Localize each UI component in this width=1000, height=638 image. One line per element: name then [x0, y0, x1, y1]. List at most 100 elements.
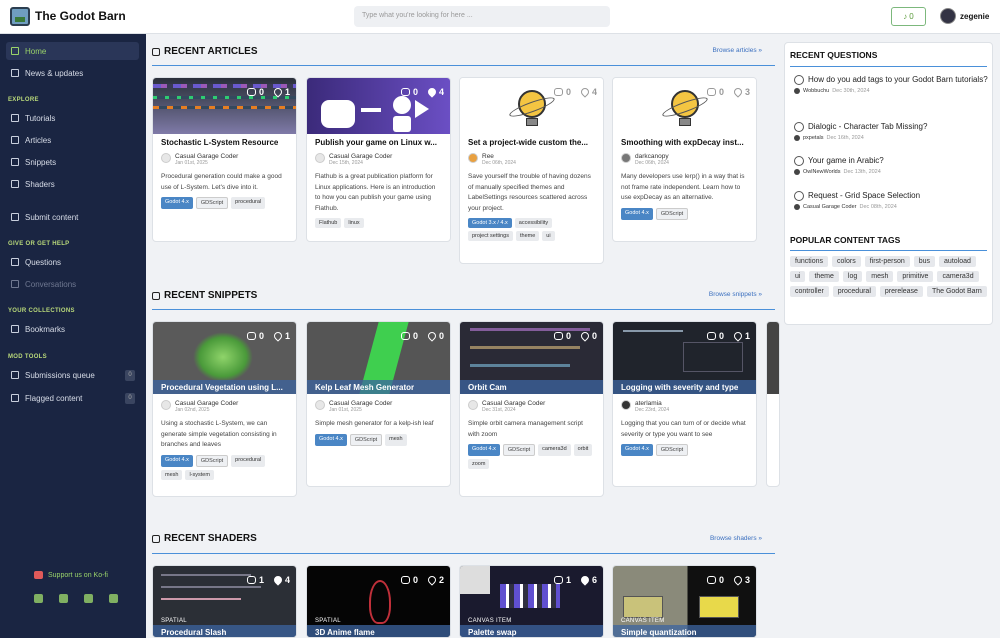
tag[interactable]: mesh: [866, 271, 894, 282]
card-title[interactable]: Procedural Slash: [153, 625, 296, 637]
card-author[interactable]: aterlamia Dec 23rd, 2024: [613, 394, 756, 413]
user-avatar[interactable]: [940, 8, 956, 24]
shader-card[interactable]: 14 SPATIAL Procedural Slash: [152, 565, 297, 638]
tag[interactable]: procedural: [231, 454, 266, 467]
discord-icon[interactable]: [59, 594, 68, 603]
tag[interactable]: Godot 4.x: [161, 454, 193, 467]
question-title[interactable]: Your game in Arabic?: [794, 155, 989, 167]
question-title[interactable]: Dialogic - Character Tab Missing?: [794, 121, 989, 133]
tag[interactable]: bus: [913, 256, 936, 267]
sidebar-item-home[interactable]: Home: [6, 42, 139, 60]
tag[interactable]: linux: [344, 218, 364, 228]
tag[interactable]: colors: [832, 256, 861, 267]
card-title[interactable]: 3D Anime flame: [307, 625, 450, 637]
sidebar-item-bookmarks[interactable]: Bookmarks: [6, 320, 139, 338]
card-title[interactable]: Logging with severity and type: [613, 380, 756, 394]
tag[interactable]: GDScript: [655, 207, 689, 220]
card-title[interactable]: Set a project-wide custom the...: [460, 134, 603, 147]
tag[interactable]: theme: [516, 231, 540, 241]
card-title[interactable]: Stochastic L-System Resource: [153, 134, 296, 147]
tag[interactable]: GDScript: [349, 433, 383, 446]
author-name[interactable]: pxpetals: [803, 135, 824, 141]
x-icon[interactable]: [109, 594, 118, 603]
tag[interactable]: procedural: [832, 286, 876, 297]
shader-card[interactable]: 16 CANVAS ITEM Palette swap: [459, 565, 604, 638]
shader-card[interactable]: 03 CANVAS ITEM Simple quantization: [612, 565, 757, 638]
tag[interactable]: GDScript: [195, 454, 229, 467]
tag[interactable]: zoom: [468, 459, 490, 469]
tag[interactable]: ui: [542, 231, 555, 241]
article-card[interactable]: 04 Publish your game on Linux w... Casua…: [306, 77, 451, 242]
article-card[interactable]: 03 Smoothing with expDecay inst... darkc…: [612, 77, 757, 242]
sidebar-item-questions[interactable]: Questions: [6, 253, 139, 271]
tag[interactable]: Flathub: [315, 218, 342, 228]
tag[interactable]: prerelease: [879, 286, 923, 297]
author-name[interactable]: OwlNewWorlds: [803, 169, 841, 175]
card-author[interactable]: darkcanopy Dec 06th, 2024: [613, 147, 756, 166]
sidebar-item-snippets[interactable]: Snippets: [6, 153, 139, 171]
card-title[interactable]: Simple quantization: [613, 625, 756, 637]
username[interactable]: zegenie: [960, 12, 989, 21]
tag[interactable]: Godot 4.x: [161, 197, 193, 209]
tag[interactable]: l-system: [185, 469, 214, 480]
browse-shaders-link[interactable]: Browse shaders »: [710, 535, 762, 542]
card-title[interactable]: Palette swap: [460, 625, 603, 637]
sidebar-item-flagged[interactable]: Flagged content 0: [6, 389, 139, 407]
card-title[interactable]: Procedural Vegetation using L...: [153, 380, 296, 394]
tag[interactable]: camera3d: [937, 271, 979, 282]
tag[interactable]: Godot 4.x: [468, 444, 500, 456]
tag[interactable]: controller: [790, 286, 829, 297]
card-author[interactable]: Ree Dec 06th, 2024: [460, 147, 603, 166]
tag[interactable]: Godot 4.x: [621, 444, 653, 456]
sidebar-item-tutorials[interactable]: Tutorials: [6, 109, 139, 127]
tag[interactable]: theme: [809, 271, 839, 282]
tag[interactable]: procedural: [231, 197, 266, 209]
question-item[interactable]: How do you add tags to your Godot Barn t…: [794, 74, 989, 94]
tag[interactable]: orbit: [573, 444, 593, 456]
card-author[interactable]: Casual Garage Coder Dec 15th, 2024: [307, 147, 450, 166]
snippet-card-partial[interactable]: [766, 321, 780, 487]
question-title[interactable]: Request - Grid Space Selection: [794, 190, 989, 202]
card-title[interactable]: Smoothing with expDecay inst...: [613, 134, 756, 147]
author-name[interactable]: Wobbuchu: [803, 88, 829, 94]
sidebar-item-submit[interactable]: Submit content: [6, 208, 139, 226]
article-card[interactable]: 04 Set a project-wide custom the... Ree D…: [459, 77, 604, 264]
sidebar-item-articles[interactable]: Articles: [6, 131, 139, 149]
tag[interactable]: camera3d: [538, 444, 571, 456]
tag[interactable]: project settings: [468, 231, 513, 241]
card-title[interactable]: Publish your game on Linux w...: [307, 134, 450, 147]
tag[interactable]: Godot 4.x: [621, 207, 653, 220]
brand-title[interactable]: The Godot Barn: [35, 9, 126, 23]
tag[interactable]: functions: [790, 256, 829, 267]
card-author[interactable]: Casual Garage Coder Jan 01st, 2025: [153, 147, 296, 166]
sidebar-item-news[interactable]: News & updates: [6, 64, 139, 82]
card-author[interactable]: Casual Garage Coder Dec 31st, 2024: [460, 394, 603, 413]
tag[interactable]: mesh: [161, 469, 183, 480]
tag[interactable]: The Godot Barn: [926, 286, 987, 297]
card-author[interactable]: Casual Garage Coder Jan 01st, 2025: [307, 394, 450, 413]
question-title[interactable]: How do you add tags to your Godot Barn t…: [794, 74, 989, 86]
sidebar-item-shaders[interactable]: Shaders: [6, 175, 139, 193]
card-title[interactable]: Orbit Cam: [460, 380, 603, 394]
tag[interactable]: GDScript: [655, 444, 689, 456]
sidebar-item-conversations[interactable]: Conversations: [6, 275, 139, 293]
kofi-link[interactable]: Support us on Ko-fi: [34, 571, 108, 579]
author-name[interactable]: Casual Garage Coder: [803, 204, 857, 210]
snippet-card[interactable]: 01 Procedural Vegetation using L... Casu…: [152, 321, 297, 497]
snippet-card[interactable]: 00 Kelp Leaf Mesh Generator Casual Garag…: [306, 321, 451, 487]
question-item[interactable]: Dialogic - Character Tab Missing? pxpetal…: [794, 121, 989, 141]
tag[interactable]: ui: [790, 271, 806, 282]
browse-articles-link[interactable]: Browse articles »: [713, 47, 763, 54]
shader-card[interactable]: 02 SPATIAL 3D Anime flame: [306, 565, 451, 638]
search-input[interactable]: Type what you're looking for here ...: [354, 6, 610, 27]
sidebar-item-submissions-queue[interactable]: Submissions queue 0: [6, 366, 139, 384]
snippet-card[interactable]: 01 Logging with severity and type aterla…: [612, 321, 757, 487]
patreon-icon[interactable]: [84, 594, 93, 603]
tag[interactable]: GDScript: [502, 444, 536, 456]
twitch-icon[interactable]: [34, 594, 43, 603]
tag[interactable]: Godot 4.x: [315, 433, 347, 446]
card-title[interactable]: Kelp Leaf Mesh Generator: [307, 380, 450, 394]
question-item[interactable]: Your game in Arabic? OwlNewWorlds Dec 13th…: [794, 155, 989, 175]
card-author[interactable]: Casual Garage Coder Jan 02nd, 2025: [153, 394, 296, 413]
tag[interactable]: autoload: [939, 256, 976, 267]
